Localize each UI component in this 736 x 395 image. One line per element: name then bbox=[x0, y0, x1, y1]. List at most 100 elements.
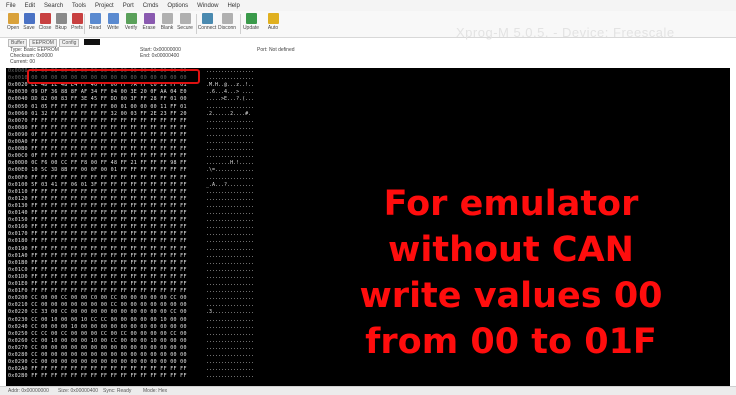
toolbar-button[interactable]: Disconn bbox=[218, 13, 236, 35]
toolbar-button[interactable]: Erase bbox=[140, 13, 158, 35]
toolbar-button[interactable]: Verify bbox=[122, 13, 140, 35]
hex-row-address: 0x00C0 bbox=[8, 153, 28, 160]
hex-row[interactable]: 0x0030 09 DF 36 88 8F AF 34 FF 04 00 3E … bbox=[8, 89, 187, 96]
hex-row-bytes: FF FF FF FF FF FF FF FF FF FF FF FF FF F… bbox=[31, 231, 187, 238]
hex-row-bytes: FF FF FF FF FF FF FF FF FF FF FF FF FF F… bbox=[31, 259, 187, 266]
hex-row[interactable]: 0x0150 FF FF FF FF FF FF FF FF FF FF FF … bbox=[8, 217, 187, 224]
menu-item[interactable]: File bbox=[6, 3, 16, 9]
hex-row[interactable]: 0x01A0 FF FF FF FF FF FF FF FF FF FF FF … bbox=[8, 253, 187, 260]
hex-row-address: 0x00A0 bbox=[8, 139, 28, 145]
hex-row[interactable]: 0x0090 0F FF FF FF FF FF FF FF FF FF FF … bbox=[8, 132, 187, 139]
hex-row-ascii: ..6...4...> .... bbox=[206, 89, 255, 96]
menu-item[interactable]: Window bbox=[197, 3, 218, 9]
hex-row[interactable]: 0x00E0 10 5C 3D 8B FF 00 0F 00 01 FF FF … bbox=[8, 167, 187, 174]
hex-row-bytes: CC 00 10 00 00 00 10 00 CC 00 00 00 10 0… bbox=[31, 337, 187, 344]
hex-row[interactable]: 0x0170 FF FF FF FF FF FF FF FF FF FF FF … bbox=[8, 231, 187, 238]
hex-row-address: 0x0090 bbox=[8, 131, 28, 138]
hex-row[interactable]: 0x00C0 0F FF FF FF FF FF FF FF FF FF FF … bbox=[8, 153, 187, 160]
hex-row-ascii: ................ bbox=[206, 217, 255, 224]
hex-row-ascii: ................ bbox=[206, 245, 255, 252]
toolbar-button[interactable]: Blank bbox=[158, 13, 176, 35]
menu-item[interactable]: Project bbox=[95, 3, 114, 9]
hex-row[interactable]: 0x0290 CC 00 00 00 00 00 00 00 00 00 00 … bbox=[8, 359, 187, 366]
hex-row[interactable]: 0x01B0 FF FF FF FF FF FF FF FF FF FF FF … bbox=[8, 260, 187, 267]
toolbar-button[interactable]: Update bbox=[242, 13, 260, 35]
hex-row[interactable]: 0x0070 FF FF FF FF FF FF FF FF FF FF FF … bbox=[8, 118, 187, 125]
hex-row[interactable]: 0x0110 FF FF FF FF FF FF FF FF FF FF FF … bbox=[8, 189, 187, 196]
toolbar-separator bbox=[84, 14, 85, 34]
hex-row[interactable]: 0x0130 FF FF FF FF FF FF FF FF FF FF FF … bbox=[8, 203, 187, 210]
hex-row-bytes: CC CC 00 CC 00 00 00 CC 00 CC 00 00 00 0… bbox=[31, 330, 187, 337]
hex-row[interactable]: 0x0080 FF FF FF FF FF FF FF FF FF FF FF … bbox=[8, 125, 187, 132]
hex-row-ascii: ................ bbox=[206, 266, 255, 273]
hex-row-address: 0x0110 bbox=[8, 188, 28, 195]
menu-item[interactable]: Edit bbox=[25, 3, 35, 9]
hex-row-ascii: ................ bbox=[206, 352, 255, 358]
menu-item[interactable]: Options bbox=[167, 3, 188, 9]
hex-row[interactable]: 0x0050 01 05 FF FF FF FF FF FF 00 01 00 … bbox=[8, 104, 187, 111]
hex-row[interactable]: 0x0210 CC 00 00 00 00 00 00 00 CC 00 00 … bbox=[8, 302, 187, 309]
tab-buffer[interactable]: Buffer bbox=[8, 39, 28, 47]
hex-row-bytes: CC 00 00 00 00 00 00 00 00 00 00 00 00 0… bbox=[31, 344, 187, 351]
hex-row[interactable]: 0x01C0 FF FF FF FF FF FF FF FF FF FF FF … bbox=[8, 267, 187, 274]
hex-row[interactable]: 0x0280 CC 00 00 00 00 00 00 00 00 00 00 … bbox=[8, 352, 187, 359]
toolbar-button-label: Update bbox=[242, 25, 260, 31]
hex-row[interactable]: 0x00B0 FF FF FF FF FF FF FF FF FF FF FF … bbox=[8, 146, 187, 153]
hex-row-ascii: ................ bbox=[206, 344, 255, 351]
hex-row[interactable]: 0x00F0 FF FF FF FF FF FF FF FF FF FF FF … bbox=[8, 175, 187, 182]
hex-row[interactable]: 0x0260 CC 00 10 00 00 00 10 00 CC 00 00 … bbox=[8, 338, 187, 345]
toolbar-button-label: Disconn bbox=[217, 25, 237, 31]
hex-row[interactable]: 0x0100 5F 03 41 FF 06 01 3F FF FF FF FF … bbox=[8, 182, 187, 189]
hex-row[interactable]: 0x0140 FF FF FF FF FF FF FF FF FF FF FF … bbox=[8, 210, 187, 217]
toolbar-button[interactable]: Auto bbox=[264, 13, 282, 35]
hex-row-address: 0x0120 bbox=[8, 195, 28, 202]
menu-item[interactable]: Help bbox=[227, 3, 239, 9]
menu-item[interactable]: Port bbox=[123, 3, 134, 9]
hex-row[interactable]: 0x0040 DD 82 00 83 FF 3E 45 FF DD 00 3F … bbox=[8, 96, 187, 103]
hex-row-ascii: ................ bbox=[206, 323, 255, 330]
hex-row[interactable]: 0x0120 FF FF FF FF FF FF FF FF FF FF FF … bbox=[8, 196, 187, 203]
hex-row-address: 0x01C0 bbox=[8, 266, 28, 273]
hex-row[interactable]: 0x01D0 FF FF FF FF FF FF FF FF FF FF FF … bbox=[8, 274, 187, 281]
menu-item[interactable]: Search bbox=[44, 3, 63, 9]
hex-editor[interactable]: 0x0000 00 00 00 00 00 00 00 00 00 00 00 … bbox=[6, 68, 730, 386]
hex-row-bytes: FF FF FF FF FF FF FF FF FF FF FF FF FF F… bbox=[31, 238, 187, 245]
hex-row-bytes: 0C F6 00 CC FF F8 00 FF 48 FF 21 FF FF F… bbox=[31, 160, 187, 167]
hex-row[interactable]: 0x02B0 FF FF FF FF FF FF FF FF FF FF FF … bbox=[8, 373, 187, 380]
hex-row[interactable]: 0x02A0 FF FF FF FF FF FF FF FF FF FF FF … bbox=[8, 366, 187, 373]
hex-row-address: 0x0060 bbox=[8, 110, 28, 117]
hex-row[interactable]: 0x0240 CC 00 00 00 10 00 00 00 00 00 00 … bbox=[8, 324, 187, 331]
toolbar-icon bbox=[179, 13, 191, 24]
hex-row-address: 0x0000 bbox=[8, 68, 28, 74]
hex-row[interactable]: 0x01E0 FF FF FF FF FF FF FF FF FF FF FF … bbox=[8, 281, 187, 288]
tab-eeprom[interactable]: EEPROM bbox=[29, 39, 57, 47]
toolbar-button[interactable]: Write bbox=[104, 13, 122, 35]
hex-row[interactable]: 0x00D0 0C F6 00 CC FF F8 00 FF 48 FF 21 … bbox=[8, 160, 187, 167]
hex-row-bytes: 5F 03 41 FF 06 01 3F FF FF FF FF FF FF F… bbox=[31, 181, 187, 188]
toolbar-icon bbox=[55, 13, 67, 24]
toolbar-button[interactable]: Connect bbox=[198, 13, 216, 35]
toolbar-icon bbox=[221, 13, 233, 24]
toolbar-button[interactable]: Read bbox=[86, 13, 104, 35]
hex-row-ascii: ................ bbox=[206, 281, 255, 287]
menu-item[interactable]: Cmds bbox=[143, 3, 159, 9]
hex-row[interactable]: 0x0230 CC 00 10 00 00 10 CC CC 00 00 00 … bbox=[8, 317, 187, 324]
hex-row[interactable]: 0x0200 CC 00 00 CC 00 00 C0 00 CC 00 00 … bbox=[8, 295, 187, 302]
hex-row[interactable]: 0x0220 CC 33 00 CC 00 00 00 00 00 00 00 … bbox=[8, 309, 187, 316]
hex-row[interactable]: 0x0270 CC 00 00 00 00 00 00 00 00 00 00 … bbox=[8, 345, 187, 352]
hex-row[interactable]: 0x0180 FF FF FF FF FF FF FF FF FF FF FF … bbox=[8, 238, 187, 245]
hex-row-ascii: ................ bbox=[206, 238, 255, 245]
hex-row[interactable]: 0x0190 FF FF FF FF FF FF FF FF FF FF FF … bbox=[8, 246, 187, 253]
hex-row[interactable]: 0x01F0 FF FF FF FF FF FF FF FF FF FF FF … bbox=[8, 288, 187, 295]
toolbar-button[interactable]: Secure bbox=[176, 13, 194, 35]
hex-row-bytes: FF FF FF FF FF FF FF FF FF FF FF FF FF F… bbox=[31, 252, 187, 259]
hex-row-bytes: FF FF FF FF FF FF FF FF FF FF FF FF FF F… bbox=[31, 281, 187, 287]
hex-row-address: 0x0160 bbox=[8, 224, 28, 231]
hex-row[interactable]: 0x0160 FF FF FF FF FF FF FF FF FF FF FF … bbox=[8, 224, 187, 231]
menu-item[interactable]: Tools bbox=[72, 3, 86, 9]
toolbar-button-label: Write bbox=[107, 25, 119, 31]
hex-row[interactable]: 0x0060 01 32 FF FF FF FF FF FF 32 00 03 … bbox=[8, 111, 187, 118]
tab-config[interactable]: Config bbox=[58, 39, 80, 47]
hex-row[interactable]: 0x00A0 FF FF FF FF FF FF FF FF FF FF FF … bbox=[8, 139, 187, 146]
hex-row[interactable]: 0x0250 CC CC 00 CC 00 00 00 CC 00 CC 00 … bbox=[8, 331, 187, 338]
